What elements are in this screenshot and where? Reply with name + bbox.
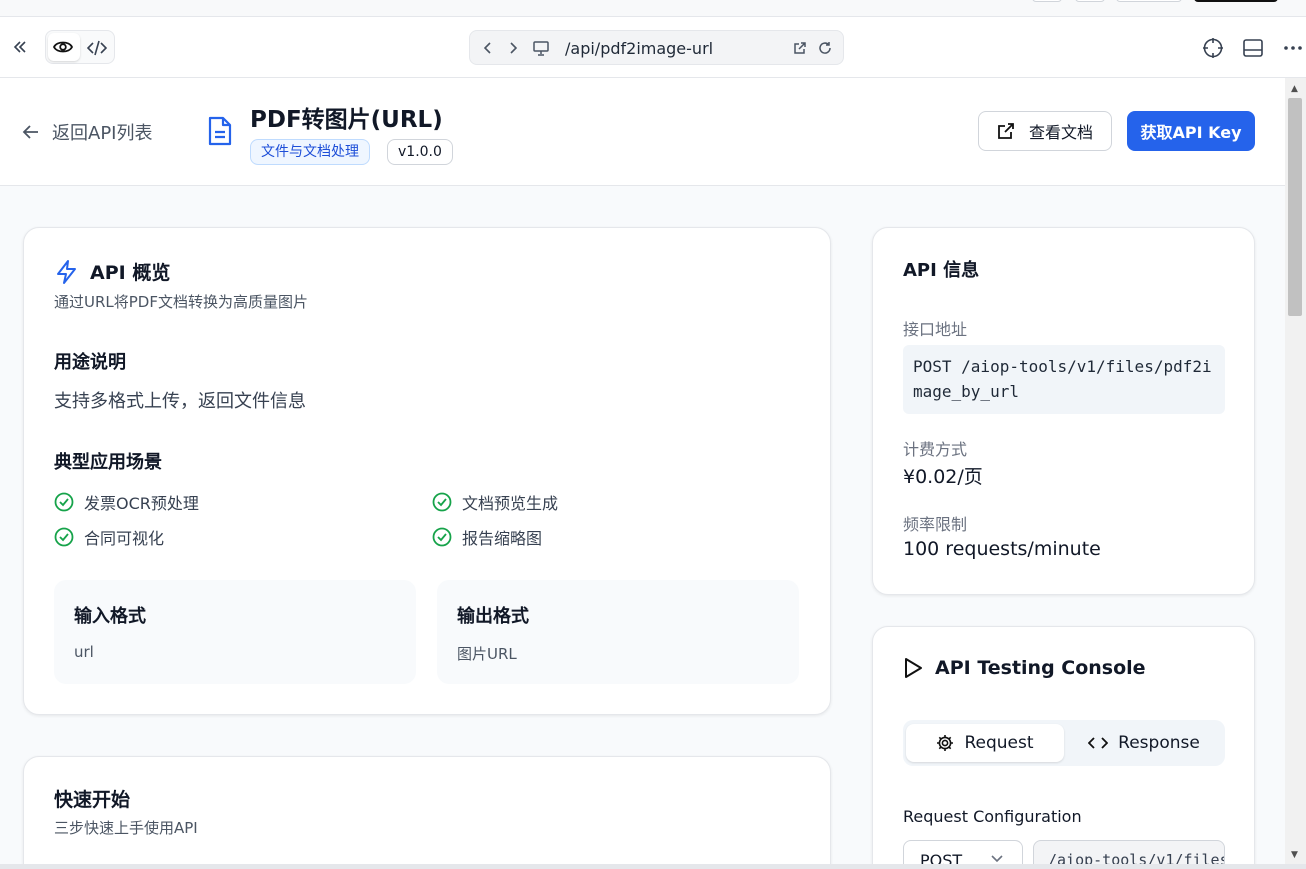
crosshair-icon[interactable] — [1201, 36, 1225, 60]
window-control[interactable] — [1194, 0, 1278, 2]
scenario-label: 发票OCR预处理 — [84, 494, 199, 513]
back-to-list-link[interactable]: 返回API列表 — [22, 119, 152, 145]
scenario-item: 文档预览生成 — [432, 490, 558, 514]
scenario-item: 合同可视化 — [54, 525, 164, 549]
code-brackets-icon — [1088, 737, 1109, 749]
api-info-card: API 信息 接口地址 POST /aiop-tools/v1/files/pd… — [872, 227, 1255, 595]
get-api-key-button[interactable]: 获取API Key — [1127, 111, 1255, 151]
rate-limit-label: 频率限制 — [903, 515, 968, 534]
gear-icon — [937, 735, 954, 751]
arrow-left-icon — [22, 125, 38, 139]
scenario-item: 报告缩略图 — [432, 525, 542, 549]
usage-text: 支持多格式上传，返回文件信息 — [54, 391, 306, 412]
scenario-label: 报告缩略图 — [462, 529, 543, 548]
input-format-value: url — [74, 643, 94, 661]
billing-value: ¥0.02/页 — [903, 466, 983, 488]
input-format-box: 输入格式 url — [54, 580, 416, 684]
panel-layout-icon[interactable] — [1241, 36, 1265, 60]
billing-label: 计费方式 — [903, 440, 968, 459]
console-heading: API Testing Console — [903, 657, 1146, 679]
tab-response[interactable]: Response — [1066, 724, 1222, 762]
file-text-icon — [207, 116, 233, 150]
scenario-label: 合同可视化 — [84, 529, 165, 548]
horizontal-scrollbar[interactable] — [0, 864, 1306, 869]
tab-request-label: Request — [964, 733, 1034, 753]
scenarios-heading: 典型应用场景 — [54, 452, 162, 473]
page-title: PDF转图片(URL) — [250, 107, 443, 133]
back-link-label[interactable]: 返回API列表 — [52, 119, 152, 145]
console-title: API Testing Console — [935, 657, 1146, 679]
scenario-label: 文档预览生成 — [462, 494, 559, 513]
tab-response-label: Response — [1118, 733, 1200, 753]
output-format-value: 图片URL — [457, 645, 517, 663]
usage-heading: 用途说明 — [54, 352, 126, 373]
check-circle-icon — [54, 527, 74, 547]
nav-back-icon[interactable] — [482, 40, 494, 56]
play-icon — [905, 658, 922, 678]
double-chevron-left-icon[interactable] — [10, 37, 30, 57]
vertical-scrollbar[interactable]: ▲ ▼ — [1285, 78, 1306, 864]
open-external-icon[interactable] — [792, 40, 808, 56]
scroll-down-icon[interactable]: ▼ — [1291, 850, 1298, 860]
page-header: 返回API列表 PDF转图片(URL) 文件与文档处理 v1.0.0 查看文档 … — [0, 78, 1285, 186]
category-badge: 文件与文档处理 — [250, 139, 370, 165]
quick-start-title: 快速开始 — [54, 789, 131, 811]
request-config-label: Request Configuration — [903, 807, 1082, 826]
more-options-icon[interactable] — [1281, 36, 1305, 60]
browser-toolbar: /api/pdf2image-url — [0, 17, 1306, 78]
version-badge: v1.0.0 — [387, 139, 453, 165]
endpoint-label: 接口地址 — [903, 320, 968, 339]
input-format-label: 输入格式 — [74, 606, 146, 627]
api-info-title: API 信息 — [903, 260, 980, 281]
scroll-up-icon[interactable]: ▲ — [1291, 84, 1298, 94]
check-circle-icon — [54, 492, 74, 512]
quick-start-card: 快速开始 三步快速上手使用API — [23, 756, 831, 869]
nav-forward-icon[interactable] — [507, 40, 519, 56]
lightning-icon — [57, 259, 76, 284]
check-circle-icon — [432, 527, 452, 547]
chevron-down-icon — [991, 855, 1003, 863]
quick-start-subtitle: 三步快速上手使用API — [54, 819, 198, 837]
reload-icon[interactable] — [817, 40, 833, 56]
window-control[interactable] — [1032, 0, 1062, 2]
overview-heading: API 概览 — [54, 258, 170, 285]
code-icon[interactable] — [86, 38, 108, 58]
scrollbar-thumb[interactable] — [1288, 98, 1302, 316]
api-testing-console-card: API Testing Console Request Response Req… — [872, 626, 1255, 869]
url-text[interactable]: /api/pdf2image-url — [565, 39, 713, 58]
address-bar[interactable]: /api/pdf2image-url — [469, 30, 844, 65]
view-docs-label: 查看文档 — [1028, 123, 1093, 142]
view-mode-toggle[interactable] — [45, 30, 115, 64]
external-link-icon — [998, 123, 1014, 139]
monitor-icon — [532, 39, 550, 57]
tab-request[interactable]: Request — [906, 724, 1064, 762]
console-tabs: Request Response — [903, 720, 1225, 766]
window-control[interactable] — [1075, 0, 1105, 2]
endpoint-value[interactable]: POST /aiop-tools/v1/files/pdf2image_by_u… — [903, 345, 1225, 414]
window-control[interactable] — [1116, 0, 1182, 2]
output-format-box: 输出格式 图片URL — [437, 580, 799, 684]
api-overview-card: API 概览 通过URL将PDF文档转换为高质量图片 用途说明 支持多格式上传，… — [23, 227, 831, 715]
overview-title: API 概览 — [90, 262, 171, 284]
scenario-item: 发票OCR预处理 — [54, 490, 199, 514]
output-format-label: 输出格式 — [457, 606, 529, 627]
rate-limit-value: 100 requests/minute — [903, 538, 1101, 560]
view-docs-button[interactable]: 查看文档 — [978, 111, 1112, 151]
overview-description: 通过URL将PDF文档转换为高质量图片 — [54, 293, 308, 311]
check-circle-icon — [432, 492, 452, 512]
eye-icon[interactable] — [52, 37, 74, 57]
window-top-strip — [0, 0, 1306, 17]
